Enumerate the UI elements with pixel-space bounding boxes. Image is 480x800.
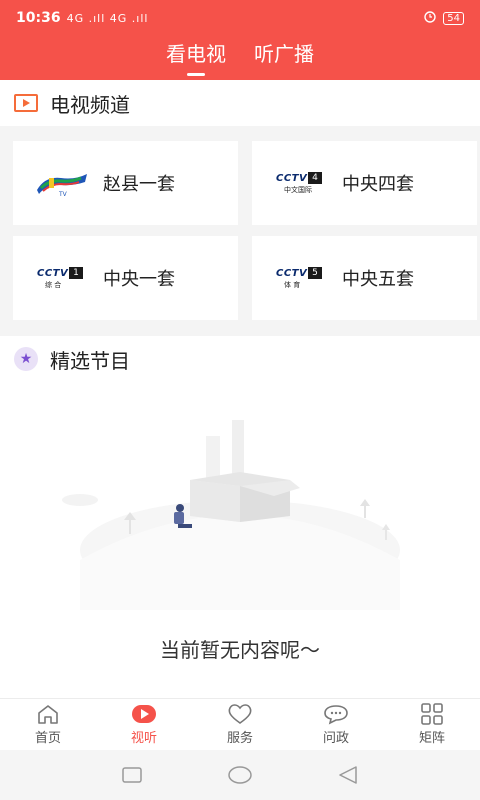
featured-programs-header: ★ 精选节目 <box>0 336 480 382</box>
channel-card-zhaoxian-1[interactable]: TV 赵县一套 <box>13 141 238 225</box>
nav-matrix-label: 矩阵 <box>418 731 445 746</box>
nav-home-label: 首页 <box>34 731 61 746</box>
nav-media[interactable]: 视听 <box>96 699 192 750</box>
empty-box-illustration <box>62 420 400 610</box>
zhaoxian-tv-logo: TV <box>33 168 91 198</box>
tab-listen-radio[interactable]: 听广播 <box>254 40 314 76</box>
svg-text:TV: TV <box>58 191 68 198</box>
nav-matrix[interactable]: 矩阵 <box>384 699 480 750</box>
cctv5-logo: CCTV 5 体 育 <box>272 263 330 293</box>
channel-name: 中央一套 <box>103 269 175 290</box>
heart-icon <box>226 703 254 725</box>
nav-services[interactable]: 服务 <box>192 699 288 750</box>
battery-indicator: 54 <box>443 11 464 25</box>
play-circle-icon <box>131 703 157 725</box>
channel-name: 中央五套 <box>342 269 414 290</box>
alarm-icon <box>423 9 437 27</box>
chat-icon <box>323 703 349 725</box>
star-icon: ★ <box>14 347 38 371</box>
system-nav-bar <box>0 750 480 800</box>
channel-card-cctv5[interactable]: CCTV 5 体 育 中央五套 <box>252 236 477 320</box>
bottom-nav: 首页 视听 服务 问政 矩阵 <box>0 698 480 750</box>
empty-state-text: 当前暂无内容呢～ <box>160 638 320 662</box>
channel-card-cctv1[interactable]: CCTV 1 综 合 中央一套 <box>13 236 238 320</box>
media-tabs: 看电视 听广播 <box>0 40 480 76</box>
nav-home[interactable]: 首页 <box>0 699 96 750</box>
channel-card-cctv4[interactable]: CCTV 4 中文国际 中央四套 <box>252 141 477 225</box>
tv-play-icon <box>14 94 38 112</box>
status-bar: 10:36 4G .ıll 4G .ıll 54 <box>16 8 464 28</box>
status-time: 10:36 <box>16 10 61 26</box>
featured-programs-title: 精选节目 <box>50 348 130 373</box>
signal-indicator: 4G .ıll 4G .ıll <box>66 11 149 25</box>
channel-grid: TV 赵县一套 CCTV 4 中文国际 中央四套 CCTV 1 综 合 中央一套 <box>0 126 480 336</box>
grid-icon <box>420 703 444 725</box>
tv-channels-title: 电视频道 <box>50 92 130 117</box>
recent-apps-icon[interactable] <box>122 767 143 783</box>
back-triangle-icon[interactable] <box>338 766 358 784</box>
channel-name: 中央四套 <box>342 174 414 195</box>
top-header: 10:36 4G .ıll 4G .ıll 54 看电视 听广播 <box>0 0 480 80</box>
channel-name: 赵县一套 <box>103 174 175 195</box>
tab-watch-tv[interactable]: 看电视 <box>166 40 226 76</box>
home-circle-icon[interactable] <box>227 766 253 784</box>
nav-inquiry-label: 问政 <box>322 731 349 746</box>
nav-services-label: 服务 <box>226 731 253 746</box>
tv-channels-header: 电视频道 <box>0 80 480 126</box>
home-icon <box>36 703 60 725</box>
nav-inquiry[interactable]: 问政 <box>288 699 384 750</box>
nav-media-label: 视听 <box>130 731 157 746</box>
cctv4-logo: CCTV 4 中文国际 <box>272 168 330 198</box>
cctv1-logo: CCTV 1 综 合 <box>33 263 91 293</box>
